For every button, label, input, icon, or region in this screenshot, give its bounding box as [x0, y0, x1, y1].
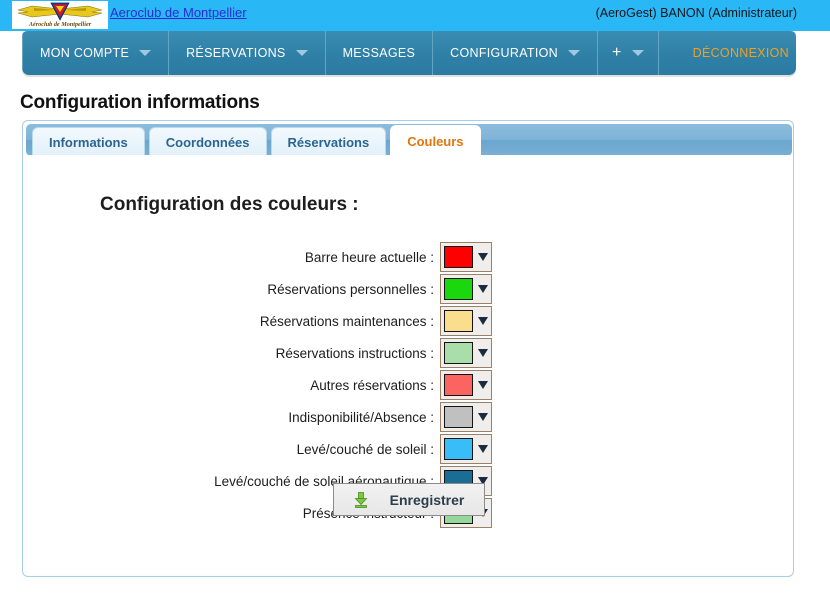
color-setting-label: Réservations maintenances :: [259, 313, 434, 329]
tab-label: Informations: [49, 134, 128, 150]
tab-content-couleurs: Configuration des couleurs : Barre heure…: [26, 155, 792, 574]
site-title-link[interactable]: Aeroclub de Montpellier: [110, 5, 247, 20]
logged-in-user-info: (AeroGest) BANON (Administrateur): [595, 6, 797, 20]
color-select-dropdown[interactable]: [440, 338, 492, 368]
tab-label: Couleurs: [407, 133, 464, 149]
color-setting-row: Autres réservations :: [26, 369, 492, 401]
plus-icon: +: [611, 44, 622, 61]
color-setting-row: Levé/couché de soleil :: [26, 433, 492, 465]
chevron-down-icon: [478, 285, 488, 293]
chevron-down-icon: [478, 381, 488, 389]
nav-item-label: MON COMPTE: [40, 46, 130, 60]
chevron-down-icon: [139, 50, 152, 56]
color-select-dropdown[interactable]: [440, 306, 492, 336]
color-select-dropdown[interactable]: [440, 434, 492, 464]
configuration-panel: Informations Coordonnées Réservations Co…: [22, 120, 794, 577]
chevron-down-icon: [478, 317, 488, 325]
nav-item-messages[interactable]: MESSAGES: [326, 31, 434, 75]
chevron-down-icon: [631, 50, 644, 56]
color-swatch: [444, 342, 473, 364]
nav-item-add[interactable]: +: [598, 31, 659, 75]
tab-coordonnees[interactable]: Coordonnées: [148, 127, 267, 156]
tab-couleurs[interactable]: Couleurs: [390, 125, 481, 156]
aeroclub-logo[interactable]: Aéroclub de Montpellier: [12, 1, 108, 29]
color-setting-row: Réservations personnelles :: [26, 273, 492, 305]
color-swatch: [444, 246, 473, 268]
chevron-down-icon: [567, 50, 580, 56]
color-swatch: [444, 406, 473, 428]
color-select-dropdown[interactable]: [440, 370, 492, 400]
nav-item-mon-compte[interactable]: MON COMPTE: [22, 31, 170, 75]
color-swatch: [444, 374, 473, 396]
color-setting-row: Indisponibilité/Absence :: [26, 401, 492, 433]
page-title: Configuration informations: [20, 92, 260, 113]
tab-label: Réservations: [287, 134, 370, 150]
color-select-dropdown[interactable]: [440, 274, 492, 304]
color-select-dropdown[interactable]: [440, 242, 492, 272]
nav-item-label: RÉSERVATIONS: [186, 46, 286, 60]
color-setting-row: Barre heure actuelle :: [26, 241, 492, 273]
chevron-down-icon: [478, 349, 488, 357]
nav-item-label: CONFIGURATION: [450, 46, 558, 60]
color-setting-label: Indisponibilité/Absence :: [288, 409, 434, 425]
color-swatch: [444, 438, 473, 460]
color-setting-label: Levé/couché de soleil :: [296, 441, 434, 457]
color-swatch: [444, 310, 473, 332]
save-button-label: Enregistrer: [389, 491, 465, 508]
chevron-down-icon: [478, 253, 488, 261]
color-select-dropdown[interactable]: [440, 402, 492, 432]
color-setting-label: Réservations instructions :: [275, 345, 434, 361]
color-swatch: [444, 278, 473, 300]
chevron-down-icon: [478, 445, 488, 453]
form-heading: Configuration des couleurs :: [100, 194, 359, 215]
logout-button[interactable]: DÉCONNEXION: [659, 31, 796, 75]
main-navigation-bar: MON COMPTE RÉSERVATIONS MESSAGES CONFIGU…: [22, 31, 796, 75]
tab-reservations[interactable]: Réservations: [270, 127, 387, 156]
top-header-band: Aéroclub de Montpellier Aeroclub de Mont…: [0, 0, 830, 31]
color-setting-label: Réservations personnelles :: [267, 281, 434, 297]
chevron-down-icon: [295, 50, 308, 56]
tab-label: Coordonnées: [165, 134, 250, 150]
tab-bar: Informations Coordonnées Réservations Co…: [26, 124, 792, 156]
save-button[interactable]: Enregistrer: [333, 483, 485, 516]
svg-text:Aéroclub de Montpellier: Aéroclub de Montpellier: [28, 21, 92, 28]
color-setting-label: Autres réservations :: [310, 377, 434, 393]
color-setting-label: Barre heure actuelle :: [304, 249, 434, 265]
nav-item-label: MESSAGES: [342, 46, 416, 60]
aeroclub-logo-icon: Aéroclub de Montpellier: [17, 2, 103, 28]
color-setting-row: Réservations maintenances :: [26, 305, 492, 337]
save-download-icon: [354, 491, 368, 508]
chevron-down-icon: [478, 413, 488, 421]
nav-item-reservations[interactable]: RÉSERVATIONS: [169, 31, 326, 75]
nav-item-configuration[interactable]: CONFIGURATION: [433, 31, 598, 75]
color-setting-row: Réservations instructions :: [26, 337, 492, 369]
tab-informations[interactable]: Informations: [32, 127, 145, 156]
